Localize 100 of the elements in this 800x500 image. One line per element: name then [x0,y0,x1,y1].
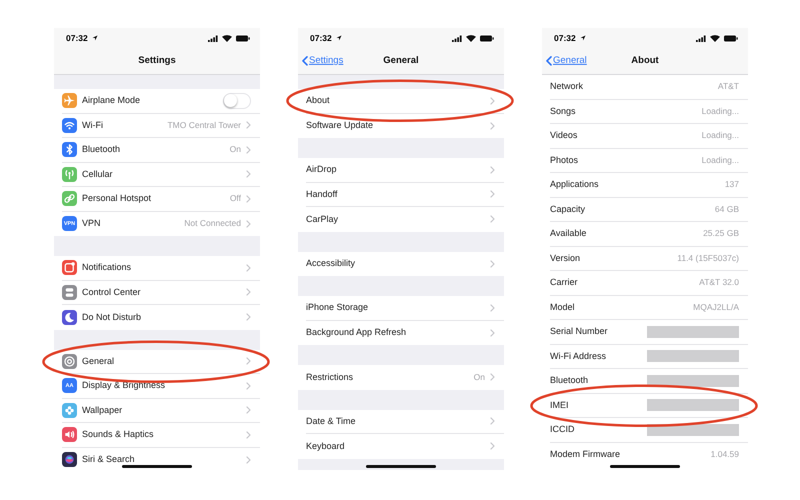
toggle-switch[interactable] [223,92,251,109]
chevron-icon [246,170,251,178]
chevron-icon [490,328,495,337]
back-link[interactable]: General [546,54,587,68]
wifi-icon [466,34,476,42]
row-value: Loading... [702,129,739,142]
row-label: General [82,354,114,368]
row-value: On [230,143,241,156]
row-label: CarPlay [306,212,338,226]
row-label: Handoff [306,188,338,200]
row-value: AT&T [718,80,739,94]
row-label: VPN [82,217,101,230]
battery-icon [724,34,738,42]
row-label: Cellular [82,168,113,180]
chevron-icon [246,146,251,154]
chevron-icon [246,194,251,203]
signal-icon [696,34,706,42]
row-value: 137 [724,178,739,192]
chevron-icon [302,56,308,66]
chevron-icon [490,96,495,105]
row-label: Background App Refresh [306,326,406,339]
row-label: About [306,94,330,107]
row-label: Keyboard [306,440,345,453]
row-label: IMEI [550,398,569,412]
signal-icon [208,34,218,42]
row-value: 64 GB [714,202,739,216]
row-label: Wi-Fi [82,118,103,132]
home-indicator [366,465,436,468]
row-label: Display & Brightness [82,379,166,392]
status-time: 07:32 [310,32,332,44]
chevron-icon [246,357,251,366]
chevron-icon [246,313,251,322]
signal-icon [452,34,462,42]
chevron-icon [246,430,251,439]
chevron-icon [490,304,495,312]
location-arrow-icon [336,35,342,41]
row-value: AT&T 32.0 [699,276,739,290]
row-label: Bluetooth [550,374,588,387]
row-label: AirDrop [306,163,337,176]
row-value: 1.04.59 [710,448,739,462]
row-label: Applications [550,178,599,191]
row-label: iPhone Storage [306,301,368,314]
row-label: Carrier [550,276,578,289]
chevron-icon [546,56,552,66]
chevron-icon [490,260,495,268]
screen-title: About [631,54,659,68]
row-label: Network [550,80,584,93]
chevron-icon [246,456,251,464]
row-label: Bluetooth [82,143,120,156]
chevron-icon [246,264,251,272]
wifi-icon [222,34,232,42]
row-label: Version [550,252,580,264]
row-label: Control Center [82,286,141,298]
row-label: ICCID [550,423,574,436]
row-value: Loading... [702,154,739,167]
row-label: Notifications [82,261,132,274]
row-label: Wallpaper [82,404,122,417]
row-value: On [474,370,485,384]
location-arrow-icon [580,35,586,41]
battery-icon [236,34,250,42]
screen-title: General [383,54,419,68]
row-label: Restrictions [306,370,354,384]
row-value: 25.25 GB [703,227,739,240]
row-label: Personal Hotspot [82,192,152,205]
row-value: Loading... [702,104,739,118]
screen-title: Settings [138,54,176,68]
row-label: Photos [550,154,578,166]
row-label: Sounds & Haptics [82,428,154,441]
row-value: 11.4 (15F5037c) [677,252,739,265]
row-label: Siri & Search [82,453,135,466]
row-label: Model [550,300,575,314]
battery-icon [480,34,494,42]
wifi-icon [710,34,720,42]
home-indicator [122,465,192,468]
status-time: 07:32 [554,32,576,44]
row-value: Not Connected [184,217,241,230]
row-value: TMO Central Tower [167,118,241,132]
chevron-icon [490,190,495,198]
location-arrow-icon [92,35,98,41]
chevron-icon [246,288,251,296]
row-label: Date & Time [306,414,356,428]
row-label: Wi-Fi Address [550,350,606,362]
row-label: Videos [550,129,578,142]
row-label: Accessibility [306,257,356,270]
row-label: Software Update [306,119,374,132]
row-label: Capacity [550,202,586,216]
back-link[interactable]: Settings [302,54,344,68]
home-indicator [610,465,680,468]
row-label: Modem Firmware [550,448,620,461]
chevron-icon [490,442,495,450]
row-label: Airplane Mode [82,94,140,107]
chevron-icon [246,406,251,414]
chevron-icon [246,220,251,228]
chevron-icon [490,166,495,174]
chevron-icon [490,122,495,130]
chevron-icon [246,121,251,130]
row-value: Off [230,192,241,206]
row-label: Available [550,227,586,240]
chevron-icon [490,417,495,426]
status-time: 07:32 [66,32,88,44]
